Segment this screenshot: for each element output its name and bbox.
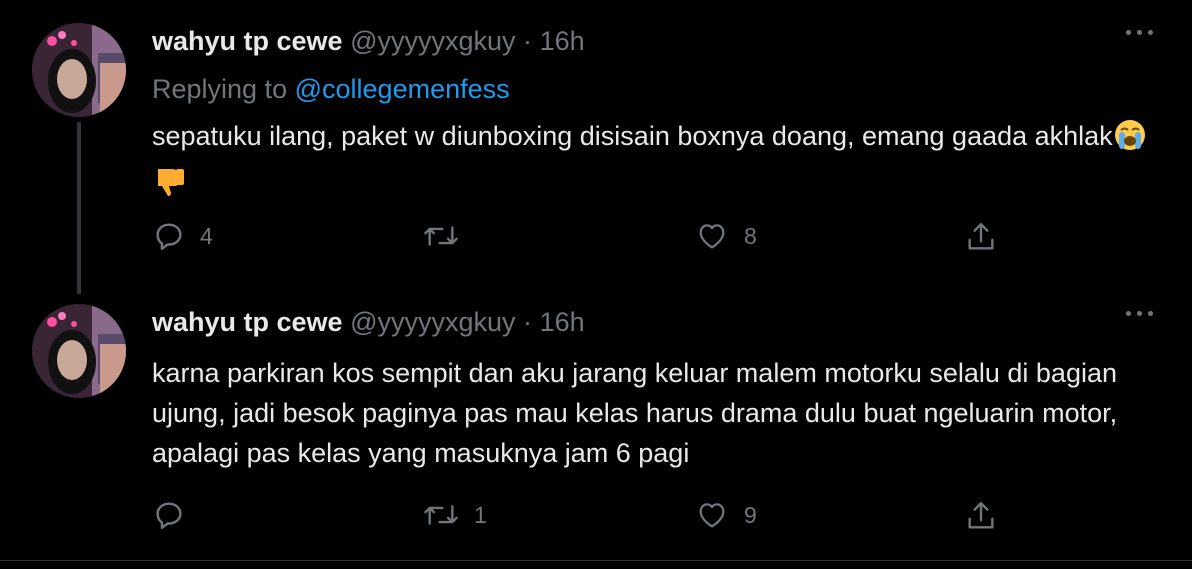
replying-to: Replying to @collegemenfess xyxy=(152,74,510,105)
avatar[interactable] xyxy=(32,304,126,398)
timestamp[interactable]: 16h xyxy=(540,307,585,337)
share-button[interactable] xyxy=(964,219,998,255)
tweet-header: wahyu tp cewe @yyyyyxgkuy · 16h xyxy=(152,307,585,338)
display-name[interactable]: wahyu tp cewe xyxy=(152,26,343,56)
retweet-icon xyxy=(422,219,460,253)
like-count: 8 xyxy=(744,222,757,249)
separator: · xyxy=(523,26,533,56)
thread-line xyxy=(77,122,81,294)
more-icon[interactable] xyxy=(1126,311,1153,316)
tweet[interactable]: wahyu tp cewe @yyyyyxgkuy · 16h karna pa… xyxy=(0,282,1192,560)
heart-icon xyxy=(694,498,730,532)
crying-face-icon xyxy=(1113,119,1147,162)
thumbs-down-icon xyxy=(152,165,186,208)
tweet[interactable]: wahyu tp cewe @yyyyyxgkuy · 16h Replying… xyxy=(0,0,1192,294)
reply-button[interactable] xyxy=(152,498,200,532)
tweet-text: karna parkiran kos sempit dan aku jarang… xyxy=(152,358,1118,468)
separator: · xyxy=(523,307,533,337)
tweet-actions: 4 8 xyxy=(152,219,1012,259)
retweet-count: 1 xyxy=(474,501,487,528)
retweet-button[interactable]: 1 xyxy=(422,498,487,532)
mention-link[interactable]: @collegemenfess xyxy=(295,74,510,104)
like-count: 9 xyxy=(744,501,757,528)
avatar[interactable] xyxy=(32,23,126,117)
replying-prefix: Replying to xyxy=(152,74,288,104)
share-icon xyxy=(964,219,998,255)
retweet-icon xyxy=(422,498,460,532)
avatar-image xyxy=(32,304,126,398)
reply-icon xyxy=(152,219,186,253)
divider xyxy=(0,560,1192,561)
like-button[interactable]: 8 xyxy=(694,219,757,253)
user-handle[interactable]: @yyyyyxgkuy xyxy=(350,26,515,56)
share-button[interactable] xyxy=(964,498,998,534)
display-name[interactable]: wahyu tp cewe xyxy=(152,307,343,337)
share-icon xyxy=(964,498,998,534)
reply-icon xyxy=(152,498,186,532)
tweet-text-content: sepatuku ilang, paket w diunboxing disis… xyxy=(152,121,1113,151)
like-button[interactable]: 9 xyxy=(694,498,757,532)
avatar-image xyxy=(32,23,126,117)
reply-count: 4 xyxy=(200,222,213,249)
tweet-text: sepatuku ilang, paket w diunboxing disis… xyxy=(152,116,1162,208)
timestamp[interactable]: 16h xyxy=(540,26,585,56)
more-icon[interactable] xyxy=(1126,30,1153,35)
user-handle[interactable]: @yyyyyxgkuy xyxy=(350,307,515,337)
heart-icon xyxy=(694,219,730,253)
tweet-header: wahyu tp cewe @yyyyyxgkuy · 16h xyxy=(152,26,585,57)
tweet-actions: 1 9 xyxy=(152,498,1012,538)
reply-button[interactable]: 4 xyxy=(152,219,213,253)
retweet-button[interactable] xyxy=(422,219,474,253)
